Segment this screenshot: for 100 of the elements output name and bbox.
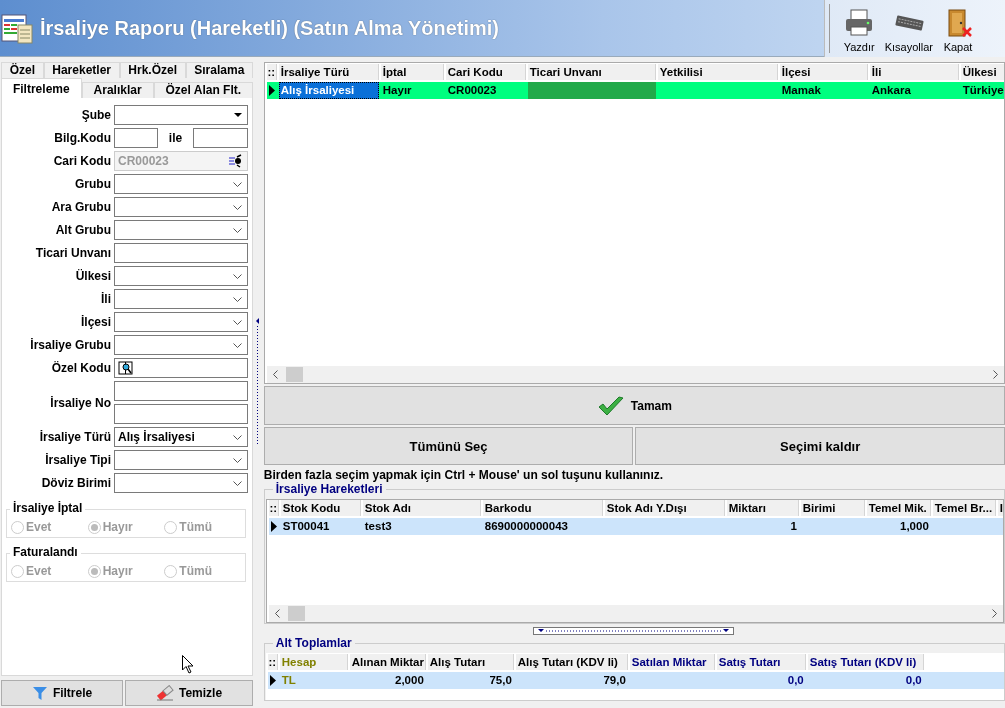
chevron-down-icon (233, 227, 242, 233)
chevron-right-icon (992, 609, 997, 618)
input-field[interactable] (193, 128, 248, 148)
column-header[interactable]: Temel Br... (932, 500, 996, 516)
dropdown[interactable] (114, 335, 248, 355)
column-header[interactable]: Satış Tutarı (KDV li) (807, 654, 924, 670)
table-row[interactable]: Alış İrsaliyesi Hayır CR00023 Mamak Ankara Türkiye (266, 82, 1004, 99)
dropdown[interactable] (114, 289, 248, 309)
column-header[interactable]: Alınan Miktar (349, 654, 426, 670)
splitter-handle[interactable] (533, 627, 735, 635)
chevron-down-icon (233, 480, 242, 486)
column-header[interactable]: Temel Mik. (866, 500, 931, 516)
selection-button[interactable]: Tümünü Seç (263, 427, 634, 465)
column-marker: :: (267, 654, 278, 670)
selection-button[interactable]: Seçimi kaldır (635, 427, 1005, 465)
tab[interactable]: Aralıklar (81, 82, 154, 98)
chevron-right-icon (993, 370, 998, 379)
chevron-down-icon (233, 434, 242, 440)
column-header[interactable]: Alış Tutarı (427, 654, 514, 670)
hint-text: Birden fazla seçim yapmak için Ctrl + Mouse' un sol tuşunu kullanınız. (263, 468, 665, 482)
column-header[interactable]: Cari Kodu (445, 64, 526, 80)
table-cell-text: 8690000000043 (483, 519, 569, 534)
dropdown[interactable] (114, 174, 248, 194)
scroll-thumb[interactable] (287, 606, 305, 621)
toolbar-button[interactable]: Kısayollar (882, 0, 935, 57)
field-label: Grubu (74, 177, 111, 191)
dropdown[interactable] (114, 473, 248, 493)
chevron-left-icon (274, 609, 280, 618)
chevron-down-icon (233, 457, 242, 463)
column-header[interactable]: Stok Adı (362, 500, 481, 516)
input-field[interactable] (114, 358, 248, 378)
table-cell-text: test3 (363, 519, 393, 534)
tab[interactable]: Özel (1, 62, 44, 78)
column-header[interactable]: Satış Tutarı (716, 654, 806, 670)
dropdown[interactable] (114, 266, 248, 286)
ok-button[interactable]: Tamam (263, 386, 1005, 425)
dropdown[interactable]: Alış İrsaliyesi (114, 427, 248, 447)
column-header[interactable]: Ticari Unvanı (527, 64, 656, 80)
book-search-icon (118, 361, 133, 375)
column-header[interactable]: Stok Kodu (280, 500, 361, 516)
toolbar-button[interactable]: Yazdır (841, 0, 877, 57)
table-cell-text: 1 (789, 519, 798, 534)
table-cell-text: Mamak (780, 83, 822, 98)
table-cell-text: ST00041 (281, 519, 331, 534)
field-label: İrsaliye Tipi (44, 453, 111, 467)
dropdown[interactable] (114, 450, 248, 470)
dropdown[interactable] (114, 197, 248, 217)
column-header[interactable]: Birimi (800, 500, 865, 516)
chevron-down-icon (233, 319, 242, 325)
table-cell-text: Hayır (381, 83, 413, 98)
tab[interactable]: Filtreleme (1, 78, 82, 98)
toolbar-button[interactable]: Kapat (941, 0, 975, 57)
column-header[interactable]: Yetkilisi (657, 64, 778, 80)
field-label: Ara Grubu (50, 200, 111, 214)
scroll-thumb[interactable] (285, 367, 303, 382)
column-header[interactable]: İptal (380, 64, 444, 80)
column-header[interactable]: İlçesi (779, 64, 868, 80)
table-cell-text: 0,0 (786, 673, 805, 688)
input-field[interactable] (114, 381, 248, 401)
dropdown[interactable] (114, 312, 248, 332)
tab[interactable]: Hrk.Özel (119, 62, 186, 78)
clear-button[interactable]: Temizle (125, 680, 253, 706)
column-header[interactable]: I (997, 500, 1003, 516)
printer-icon (844, 7, 875, 38)
chevron-left-icon (272, 370, 278, 379)
field-label: İrsaliye Grubu (29, 338, 111, 352)
row-pointer-icon (270, 521, 277, 532)
lookup-icon (228, 154, 242, 168)
chevron-down-icon (233, 204, 242, 210)
eraser-icon (156, 685, 174, 701)
table-row[interactable]: ST00041 test3 8690000000043 1 1,000 (268, 518, 1003, 535)
group-title: Alt Toplamlar (272, 636, 355, 650)
field-label: Özel Kodu (50, 361, 111, 375)
tab[interactable]: Özel Alan Flt. (153, 82, 253, 98)
table-row[interactable]: TL 2,000 75,0 79,0 0,0 0,0 (267, 672, 1004, 689)
column-header[interactable]: Miktarı (726, 500, 799, 516)
column-header[interactable]: Alış Tutarı (KDV li) (515, 654, 628, 670)
dropdown[interactable] (114, 105, 248, 125)
field-label: Ülkesi (74, 269, 111, 283)
chevron-down-icon (233, 296, 242, 302)
field-label: Ticari Unvanı (34, 246, 111, 260)
column-header[interactable]: Stok Adı Y.Dışı (604, 500, 725, 516)
table-cell-text: 0,0 (904, 673, 923, 688)
column-header[interactable]: İli (869, 64, 959, 80)
column-header[interactable]: Ülkesi (960, 64, 1004, 80)
input-field[interactable] (114, 243, 248, 263)
field-label: İli (100, 292, 111, 306)
column-header[interactable]: Satılan Miktar (629, 654, 715, 670)
column-header[interactable]: Hesap (279, 654, 348, 670)
column-header[interactable]: İrsaliye Türü (278, 64, 379, 80)
table-cell-text: 1,000 (899, 519, 930, 534)
dropdown[interactable] (114, 220, 248, 240)
input-field[interactable] (114, 404, 248, 424)
input-field[interactable] (114, 128, 158, 148)
filter-button[interactable]: Filtrele (1, 680, 124, 706)
field-label: Alt Grubu (54, 223, 111, 237)
tab[interactable]: Hareketler (43, 62, 120, 78)
table-cell-text: TL (280, 673, 297, 688)
column-header[interactable]: Barkodu (482, 500, 603, 516)
tab[interactable]: Sıralama (185, 62, 253, 78)
